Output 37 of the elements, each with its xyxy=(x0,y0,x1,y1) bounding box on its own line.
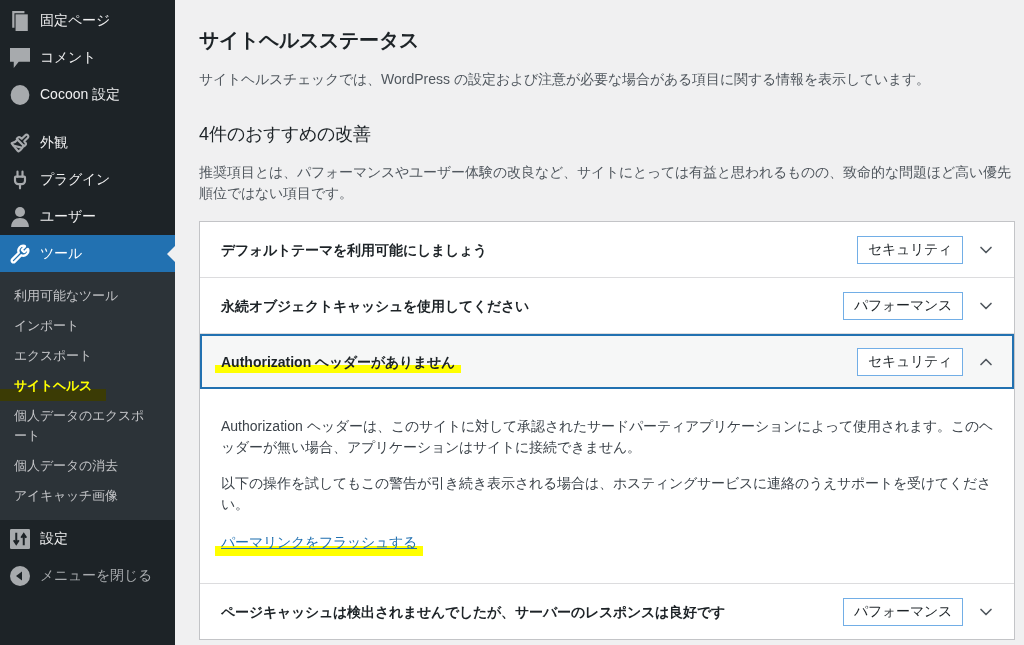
submenu-item[interactable]: エクスポート xyxy=(0,341,106,371)
category-tag: パフォーマンス xyxy=(843,291,963,320)
page-description: サイトヘルスチェックでは、WordPress の設定および注意が必要な場合がある項目に関する情報を表示しています。 xyxy=(199,70,931,89)
section-heading: 4件のおすすめの改善 xyxy=(199,123,372,146)
stacked-pages-icon xyxy=(10,10,30,31)
submenu-item[interactable]: 利用可能なツール xyxy=(0,281,132,311)
submenu-item[interactable]: アイキャッチ画像 xyxy=(0,481,132,511)
menu-item[interactable]: コメント xyxy=(0,39,175,76)
submenu-item[interactable]: 個人データの消去 xyxy=(0,451,132,481)
menu-item[interactable]: 固定ページ xyxy=(0,2,175,39)
menu-item[interactable]: 設定 xyxy=(0,520,175,557)
issue-description: 以下の操作を試してもこの警告が引き続き表示される場合は、ホスティングサービスに連絡のうえサポートを受けてください。 xyxy=(221,474,992,514)
section-description: 推奨項目とは、パフォーマンスやユーザー体験の改良など、サイトにとっては有益と思われるものの、致命的な問題ほど高い優先順位ではない項目です。 xyxy=(199,163,1012,203)
issue-title: ページキャッシュは検出されませんでしたが、サーバーのレスポンスは良好です xyxy=(221,603,725,620)
issue-title: 永続オブジェクトキャッシュを使用してください xyxy=(221,297,529,314)
menu-item[interactable]: ツール xyxy=(0,235,175,272)
submenu-item[interactable]: 個人データのエクスポート xyxy=(0,401,165,451)
up-down-arrows-icon xyxy=(10,528,30,549)
menu-item[interactable]: プラグイン xyxy=(0,161,175,198)
category-tag: セキュリティ xyxy=(857,347,963,376)
category-tag: セキュリティ xyxy=(857,235,963,264)
collapse-menu-button[interactable]: メニューを閉じる xyxy=(0,557,175,594)
pointer-arrow-icon xyxy=(167,245,175,262)
menu-item[interactable]: ユーザー xyxy=(0,198,175,235)
paintbrush-icon xyxy=(10,132,30,153)
wrench-icon xyxy=(10,243,30,264)
left-arrow-circle-icon xyxy=(10,565,30,586)
circle-icon xyxy=(10,84,30,105)
user-icon xyxy=(10,206,30,227)
page-title: サイトヘルスステータス xyxy=(199,28,420,53)
submenu-item[interactable]: インポート xyxy=(0,311,93,341)
category-tag: パフォーマンス xyxy=(843,597,963,626)
issue-description: Authorization ヘッダーは、このサイトに対して承認されたサードパーティアプリケーションによって使用されます。このヘッダーが無い場合、アプリケーションはサイトに接続できません。 xyxy=(221,417,993,457)
issue-title: デフォルトテーマを利用可能にしましょう xyxy=(221,241,487,258)
menu-item[interactable]: Cocoon 設定 xyxy=(0,76,175,113)
comment-icon xyxy=(10,47,30,68)
menu-item[interactable]: 外観 xyxy=(0,124,175,161)
